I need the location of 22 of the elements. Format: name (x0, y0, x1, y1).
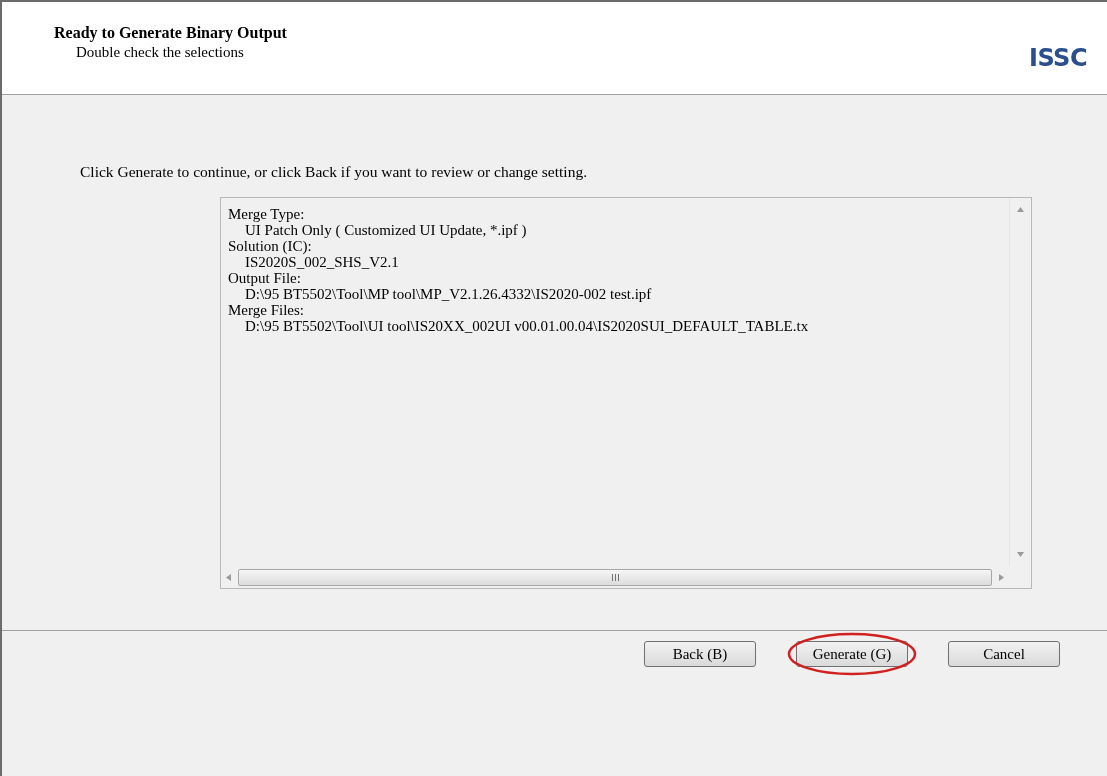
logo: ISSC (1028, 44, 1087, 74)
scroll-down-icon[interactable] (1017, 551, 1024, 558)
summary-textbox[interactable] (220, 197, 1032, 589)
page-title: Ready to Generate Binary Output (54, 24, 287, 42)
scroll-up-icon[interactable] (1017, 206, 1024, 213)
summary-value: D:\95 BT5502\Tool\UI tool\IS20XX_002UI v00.01.00.04\IS2020SUI_DEFAULT_TABLE.tx (244, 318, 810, 334)
summary-label: Merge Files: (228, 302, 305, 318)
page-subtitle: Double check the selections (76, 44, 245, 61)
scroll-left-icon[interactable] (225, 573, 232, 581)
dialog-button[interactable]: Back (B) (644, 641, 756, 667)
scroll-right-icon[interactable] (998, 573, 1005, 581)
summary-value: IS2020S_002_SHS_V2.1 (244, 254, 400, 270)
summary-value: D:\95 BT5502\Tool\MP tool\MP_V2.1.26.4332\IS2020-002 test.ipf (244, 286, 653, 302)
summary-label: Solution (IC): (228, 238, 313, 254)
scrollbar-thumb[interactable] (238, 568, 992, 586)
grip-icon (611, 573, 619, 581)
dialog-button[interactable]: Cancel (948, 641, 1060, 667)
instruction-text: Click Generate to continue, or click Back if you want to review or change setting. (80, 163, 589, 181)
summary-label: Output File: (228, 270, 302, 286)
summary-label: Merge Type: (228, 206, 306, 222)
summary-value: UI Patch Only ( Customized UI Update, *.ipf ) (244, 222, 528, 238)
dialog-button[interactable]: Generate (G) (796, 641, 908, 667)
